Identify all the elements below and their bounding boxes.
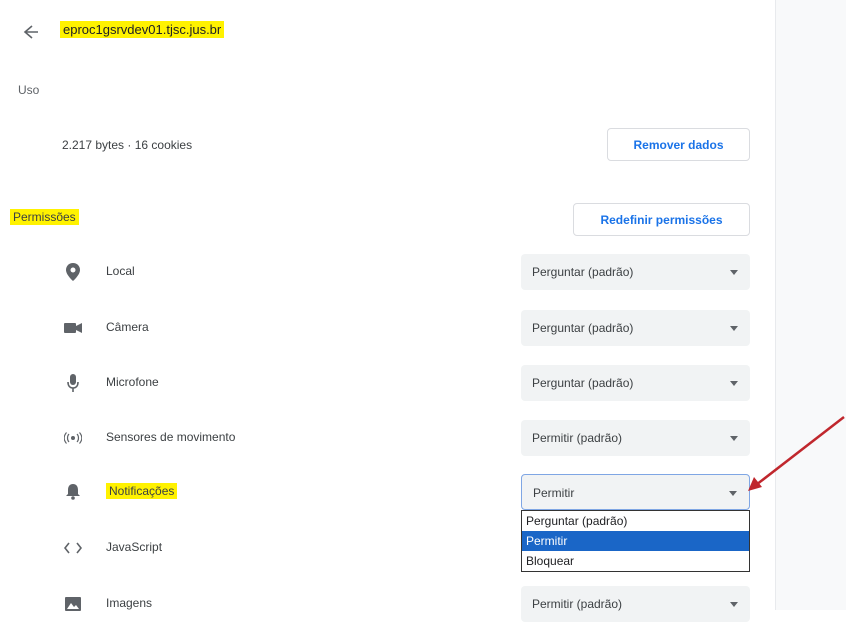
camera-icon <box>64 319 82 337</box>
select-value: Perguntar (padrão) <box>532 321 634 335</box>
permissions-section-label: Permissões <box>10 209 79 225</box>
local-permission-select[interactable]: Perguntar (padrão) <box>521 254 750 290</box>
caret-down-icon <box>730 436 738 441</box>
permission-label: Microfone <box>106 375 159 389</box>
image-icon <box>64 595 82 613</box>
select-value: Perguntar (padrão) <box>532 376 634 390</box>
caret-down-icon <box>730 326 738 331</box>
dropdown-option-ask[interactable]: Perguntar (padrão) <box>522 511 749 531</box>
permission-label: JavaScript <box>106 540 163 554</box>
caret-down-icon <box>730 270 738 275</box>
permission-label: Local <box>106 264 135 278</box>
microphone-permission-select[interactable]: Perguntar (padrão) <box>521 365 750 401</box>
motion-sensors-permission-select[interactable]: Permitir (padrão) <box>521 420 750 456</box>
caret-down-icon <box>730 381 738 386</box>
images-permission-select[interactable]: Permitir (padrão) <box>521 586 750 622</box>
right-panel-background <box>775 0 846 610</box>
reset-permissions-button[interactable]: Redefinir permissões <box>573 203 750 236</box>
site-settings-page: eproc1gsrvdev01.tjsc.jus.br Uso 2.217 by… <box>0 0 775 622</box>
select-value: Permitir (padrão) <box>532 597 623 611</box>
permission-label: Câmera <box>106 320 149 334</box>
permission-row-notifications: Notificações Permitir <box>0 474 775 510</box>
back-arrow-icon[interactable] <box>18 22 42 42</box>
usage-summary: 2.217 bytes · 16 cookies <box>62 138 193 152</box>
permission-label: Imagens <box>106 596 153 610</box>
permission-row-motion-sensors: Sensores de movimento Permitir (padrão) <box>0 420 775 456</box>
dropdown-option-block[interactable]: Bloquear <box>522 551 749 571</box>
motion-sensors-icon <box>64 429 82 447</box>
dropdown-option-allow[interactable]: Permitir <box>522 531 749 551</box>
permission-row-microphone: Microfone Perguntar (padrão) <box>0 365 775 401</box>
annotation-arrow <box>748 416 845 491</box>
bell-icon <box>64 483 82 501</box>
permission-label: Sensores de movimento <box>106 430 236 444</box>
caret-down-icon <box>730 602 738 607</box>
permission-row-camera: Câmera Perguntar (padrão) <box>0 310 775 346</box>
caret-down-icon <box>729 491 737 496</box>
permission-label: Notificações <box>106 483 178 499</box>
remove-data-button[interactable]: Remover dados <box>607 128 750 161</box>
notifications-dropdown-list: Perguntar (padrão) Permitir Bloquear <box>521 510 750 572</box>
camera-permission-select[interactable]: Perguntar (padrão) <box>521 310 750 346</box>
location-pin-icon <box>64 263 82 281</box>
code-icon <box>64 539 82 557</box>
site-title: eproc1gsrvdev01.tjsc.jus.br <box>60 21 225 38</box>
usage-section-label: Uso <box>18 83 40 97</box>
notifications-permission-select[interactable]: Permitir <box>521 474 750 510</box>
permission-row-local: Local Perguntar (padrão) <box>0 254 775 290</box>
select-value: Permitir (padrão) <box>532 431 623 445</box>
permission-row-images: Imagens Permitir (padrão) <box>0 586 775 622</box>
select-value: Permitir <box>533 486 575 500</box>
select-value: Perguntar (padrão) <box>532 265 634 279</box>
microphone-icon <box>64 374 82 392</box>
